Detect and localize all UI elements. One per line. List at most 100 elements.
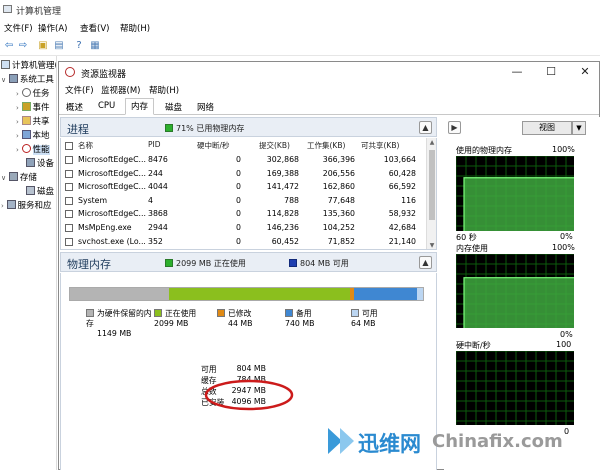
cm-titlebar: 计算机管理 [0, 0, 600, 19]
scroll-down-icon[interactable]: ▼ [428, 242, 436, 249]
col-hard-faults[interactable]: 硬中断/秒 [197, 138, 230, 152]
rm-menu-help[interactable]: 帮助(H) [149, 84, 179, 96]
row-checkbox[interactable] [65, 196, 73, 205]
table-cell: 0 [236, 195, 241, 205]
up-folder-icon[interactable]: ▣ [37, 40, 49, 52]
scroll-up-icon[interactable]: ▲ [428, 139, 436, 146]
cm-navigation-tree: 计算机管理( ∨ 系统工具 › 任务 › 事件 › 共享 › 本地 › 性能 设… [0, 56, 57, 470]
table-cell: 116 [401, 195, 416, 205]
table-cell: 0 [236, 209, 241, 219]
collapse-processes-button[interactable]: ▲ [419, 121, 432, 134]
tree-item-storage[interactable]: ∨ 存储 [1, 171, 37, 185]
rm-menu-monitor[interactable]: 监视器(M) [101, 84, 140, 96]
physical-memory-header[interactable]: 物理内存 2099 MB 正在使用 804 MB 可用 ▲ [60, 252, 437, 272]
expand-chevron-icon[interactable]: › [16, 90, 19, 98]
clock-icon [21, 88, 31, 97]
tree-item-shared-folders[interactable]: › 共享 [16, 115, 50, 129]
tree-item-services-apps[interactable]: › 服务和应 [1, 199, 52, 213]
tab-memory[interactable]: 内存 [125, 98, 155, 115]
tab-disk[interactable]: 磁盘 [160, 100, 187, 115]
table-cell: 58,932 [388, 209, 416, 219]
table-row[interactable]: MsMpEng.exe 2944 0 146,236 104,252 42,684 [61, 222, 423, 236]
table-row[interactable]: MicrosoftEdgeC... 8476 0 302,868 366,396 103,… [61, 154, 423, 168]
memory-usage-graph [456, 254, 574, 328]
row-checkbox[interactable] [65, 237, 73, 246]
close-button[interactable]: ✕ [574, 64, 596, 80]
collapse-graphs-button[interactable]: ▶ [448, 121, 461, 134]
expand-chevron-icon[interactable]: › [16, 104, 19, 112]
tree-item-computer-management[interactable]: 计算机管理( [1, 59, 56, 73]
physical-memory-title: 物理内存 [67, 258, 111, 271]
tab-network[interactable]: 网络 [192, 100, 219, 115]
col-commit[interactable]: 提交(KB) [259, 138, 290, 152]
collapse-chevron-icon[interactable]: ∨ [1, 174, 6, 182]
minimize-button[interactable]: — [506, 64, 528, 80]
collapse-memory-button[interactable]: ▲ [419, 256, 432, 269]
available-status: 804 MB 可用 [289, 258, 349, 269]
view-dropdown-icon[interactable]: ▼ [572, 121, 586, 135]
select-all-checkbox[interactable] [65, 142, 73, 150]
tree-item-event-viewer[interactable]: › 事件 [16, 101, 50, 115]
row-checkbox[interactable] [65, 156, 73, 164]
computer-icon [1, 60, 10, 69]
table-row[interactable]: MicrosoftEdgeC... 4044 0 141,472 162,860 66,5… [61, 181, 423, 195]
tree-item-local-users[interactable]: › 本地 [16, 129, 50, 143]
forward-arrow-icon[interactable]: ⇨ [17, 40, 29, 52]
rm-menu-file[interactable]: 文件(F) [65, 84, 94, 96]
col-pid[interactable]: PID [148, 138, 161, 152]
tab-overview[interactable]: 概述 [61, 100, 88, 115]
maximize-button[interactable]: ☐ [540, 64, 562, 80]
table-cell: 0 [236, 223, 241, 232]
table-cell: 8476 [148, 155, 168, 164]
table-cell: svchost.exe (Lo... [78, 236, 146, 246]
tree-item-task-scheduler[interactable]: › 任务 [16, 87, 50, 101]
help-icon[interactable]: ? [73, 40, 85, 52]
expand-chevron-icon[interactable]: › [16, 146, 19, 154]
properties-icon[interactable]: ▦ [89, 40, 101, 52]
expand-chevron-icon[interactable]: › [16, 132, 19, 140]
chinafix-logo-icon [328, 428, 354, 454]
table-cell: 788 [284, 195, 299, 205]
show-hide-tree-icon[interactable]: ▤ [53, 40, 65, 52]
menu-help[interactable]: 帮助(H) [120, 22, 150, 34]
expand-chevron-icon[interactable]: › [16, 118, 19, 126]
collapse-chevron-icon[interactable]: ∨ [1, 76, 6, 84]
table-cell: 0 [236, 236, 241, 246]
hardware-reserved-swatch [86, 309, 94, 317]
legend-in-use: 正在使用 2099 MB [154, 309, 197, 328]
table-cell: 146,236 [266, 223, 299, 232]
table-cell: 3868 [148, 209, 168, 219]
col-working-set[interactable]: 工作集(KB) [307, 138, 345, 152]
row-checkbox[interactable] [65, 210, 73, 219]
scroll-thumb[interactable] [429, 150, 435, 220]
table-row[interactable]: MicrosoftEdgeC... 3868 0 114,828 135,360 58,9… [61, 208, 423, 222]
memory-bar-segment-free [417, 288, 423, 300]
tree-item-system-tools[interactable]: ∨ 系统工具 [1, 73, 54, 87]
free-swatch [351, 309, 359, 317]
table-row[interactable]: System 4 0 788 77,648 116 [61, 195, 423, 209]
row-checkbox[interactable] [65, 169, 73, 178]
back-arrow-icon[interactable]: ⇦ [3, 40, 15, 52]
menu-action[interactable]: 操作(A) [38, 22, 67, 34]
performance-icon [21, 144, 31, 153]
tree-item-disk-management[interactable]: 磁盘 [26, 185, 54, 199]
row-checkbox[interactable] [65, 183, 73, 192]
rm-tab-strip: 概述 CPU 内存 磁盘 网络 [59, 97, 599, 115]
table-row[interactable]: svchost.exe (Lo... 352 0 60,452 71,852 21,140 [61, 236, 423, 249]
menu-file[interactable]: 文件(F) [4, 22, 33, 34]
table-row[interactable]: MicrosoftEdgeC... 244 0 169,388 206,556 60,42… [61, 168, 423, 182]
table-cell: 104,252 [322, 223, 355, 232]
tree-item-device-manager[interactable]: 设备 [26, 157, 54, 171]
col-shareable[interactable]: 可共享(KB) [361, 138, 399, 152]
processes-scrollbar[interactable]: ▲ ▼ [426, 138, 436, 249]
menu-view[interactable]: 查看(V) [80, 22, 109, 34]
tree-item-performance[interactable]: › 性能 [16, 143, 50, 157]
row-checkbox[interactable] [65, 224, 73, 232]
tab-cpu[interactable]: CPU [93, 100, 120, 115]
expand-chevron-icon[interactable]: › [1, 202, 4, 210]
memory-bar-segment-standby [353, 288, 418, 300]
col-name[interactable]: 名称 [78, 138, 93, 152]
graph-canvas [456, 254, 574, 328]
view-button[interactable]: 视图 [522, 121, 572, 135]
processes-header[interactable]: 进程 71% 已用物理内存 ▲ [60, 117, 437, 137]
